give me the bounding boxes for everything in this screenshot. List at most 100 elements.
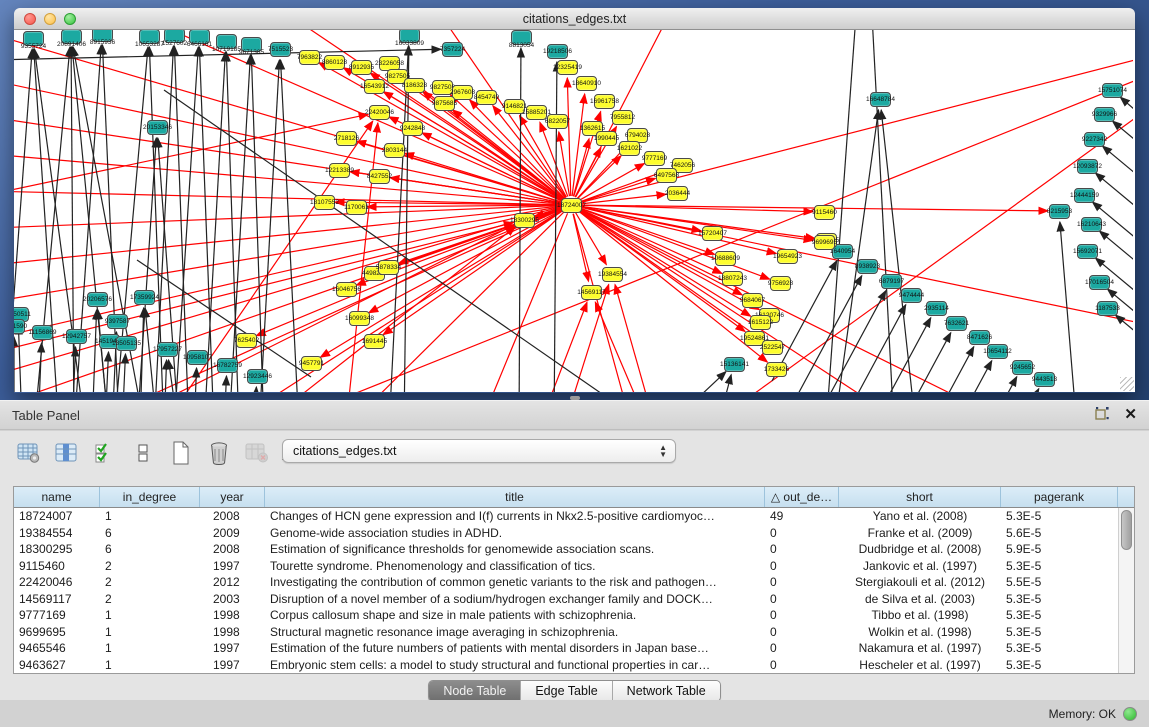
table-row[interactable]: 969969511998Structural magnetic resonanc… [14,624,1134,641]
graph-node[interactable]: 9355724 [23,31,44,46]
graph-node[interactable]: 15720407 [702,226,723,241]
graph-node[interactable]: 10719185 [216,34,237,49]
graph-node[interactable]: 9474444 [901,288,922,303]
graph-node[interactable]: 22420046 [369,105,390,120]
graph-node[interactable]: 20206576 [87,292,108,307]
graph-node[interactable]: 11156869 [32,325,53,340]
graph-node[interactable]: 10958107 [187,350,208,365]
table-row[interactable]: 911546021997Tourette syndrome. Phenomeno… [14,558,1134,575]
graph-node[interactable]: 16543912 [364,79,385,94]
graph-node[interactable]: 15692071 [1077,244,1098,259]
graph-node[interactable]: 9397587 [107,314,128,329]
table-row[interactable]: 977716911998Corpus callosum shape and si… [14,607,1134,624]
column-header-year[interactable]: year [200,487,265,507]
graph-node[interactable]: 20891406 [61,30,82,44]
graph-node[interactable]: 12444159 [1074,188,1095,203]
column-header-pagerank[interactable]: pagerank [1001,487,1118,507]
graph-node[interactable]: 1990445 [596,131,617,146]
graph-node[interactable]: 10653287 [139,30,160,44]
graph-node[interactable]: 7955812 [612,110,633,125]
graph-node[interactable]: 9227342 [1084,132,1105,147]
graph-node[interactable]: 9457791 [301,356,322,371]
graph-node[interactable]: 2036444 [667,186,688,201]
graph-node[interactable]: 10654112 [987,344,1008,359]
graph-node[interactable]: 1615122 [750,315,771,330]
graph-node[interactable]: 9875685 [434,96,455,111]
graph-node[interactable]: 17957227 [157,342,178,357]
graph-node[interactable]: 3931590 [14,319,25,334]
table-row[interactable]: 1938455462009Genome-wide association stu… [14,525,1134,542]
table-settings-icon[interactable] [16,441,42,465]
graph-node[interactable]: 1527602 [164,30,185,43]
graph-node[interactable]: 8471626 [969,330,990,345]
graph-node[interactable]: 2967608 [452,85,473,100]
graph-node[interactable]: 5878334 [378,260,399,275]
graph-node[interactable]: 16046756 [336,282,357,297]
graph-node[interactable]: 6466161 [189,30,210,44]
graph-node[interactable]: 7963822 [299,50,320,65]
column-header-name[interactable]: name [14,487,100,507]
tab-node-table[interactable]: Node Table [429,681,521,701]
float-panel-icon[interactable] [1095,406,1110,425]
graph-node[interactable]: 8860128 [324,55,345,70]
graph-node[interactable]: 12325419 [557,60,578,75]
graph-node[interactable]: 19218506 [547,44,568,59]
table-row[interactable]: 2242004622012Investigating the contribut… [14,574,1134,591]
graph-node[interactable]: 14569117 [581,285,602,300]
graph-node[interactable]: 16782759 [217,358,238,373]
graph-node[interactable]: 10688609 [715,251,736,266]
graph-node[interactable]: 17359924 [134,290,155,305]
graph-node[interactable]: 2522547 [762,340,783,355]
graph-node[interactable]: 6497568 [656,168,677,183]
graph-node[interactable]: 8938923 [857,259,878,274]
graph-node[interactable]: 9329966 [1094,107,1115,122]
trash-icon[interactable] [206,441,232,465]
graph-node[interactable]: 9146821 [504,99,525,114]
scrollbar-thumb[interactable] [1121,510,1132,550]
graph-node[interactable]: 2803144 [384,143,405,158]
graph-node[interactable]: 16210643 [1081,217,1102,232]
column-header-outde[interactable]: △ out_de… [765,487,839,507]
graph-node[interactable]: 9245652 [1012,360,1033,375]
graph-node[interactable]: 17016504 [1089,275,1110,290]
graph-node[interactable]: 12213389 [329,163,350,178]
graph-node[interactable]: 18807243 [722,271,743,286]
graph-node[interactable]: 15136141 [724,357,745,372]
graph-node[interactable]: 16099348 [349,311,370,326]
graph-node[interactable]: 13505135 [116,336,137,351]
graph-node[interactable]: 12942757 [66,329,87,344]
graph-node[interactable]: 18107552 [314,195,335,210]
graph-node[interactable]: 2718126 [336,131,357,146]
new-document-icon[interactable] [168,441,194,465]
graph-node[interactable]: 8215953 [1049,204,1070,219]
tab-network-table[interactable]: Network Table [613,681,720,701]
graph-node[interactable]: 8912935 [351,60,372,75]
graph-node[interactable]: 7357224 [442,42,463,57]
table-row[interactable]: 946554611997Estimation of the future num… [14,640,1134,657]
graph-node[interactable]: 16033809 [399,30,420,43]
graph-node[interactable]: 1187533 [1097,301,1118,316]
resize-grip-icon[interactable] [1120,377,1134,391]
network-canvas[interactable]: 1872400793557242089140689159361065328715… [14,30,1135,392]
graph-node[interactable]: 1691445 [364,334,385,349]
graph-node[interactable]: 16648784 [870,92,891,107]
graph-node[interactable]: 7632621 [946,316,967,331]
network-table-selector[interactable]: citations_edges.txt ▲▼ [282,439,676,463]
close-panel-icon[interactable]: ✕ [1124,408,1137,422]
graph-node[interactable]: 12923446 [247,369,268,384]
graph-node[interactable]: 7515523 [270,42,291,57]
graph-node[interactable]: 9115460 [814,205,835,220]
table-row[interactable]: 1456911722003Disruption of a novel membe… [14,591,1134,608]
graph-node[interactable]: 15751074 [1102,83,1123,98]
graph-node[interactable]: 18300295 [514,213,535,228]
graph-node[interactable]: 9699695 [814,235,835,250]
table-row[interactable]: 1872400712008Changes of HCN gene express… [14,508,1134,525]
table-row[interactable]: 1830029562008Estimation of significance … [14,541,1134,558]
table-row[interactable]: 946362711997Embryonic stem cells: a mode… [14,657,1134,674]
graph-node[interactable]: 19384554 [602,267,623,282]
graph-node[interactable]: 7625402 [236,333,257,348]
graph-node[interactable]: 6879197 [881,274,902,289]
column-header-title[interactable]: title [265,487,765,507]
graph-node[interactable]: 15885201 [526,105,547,120]
network-window-titlebar[interactable]: citations_edges.txt [14,8,1135,30]
